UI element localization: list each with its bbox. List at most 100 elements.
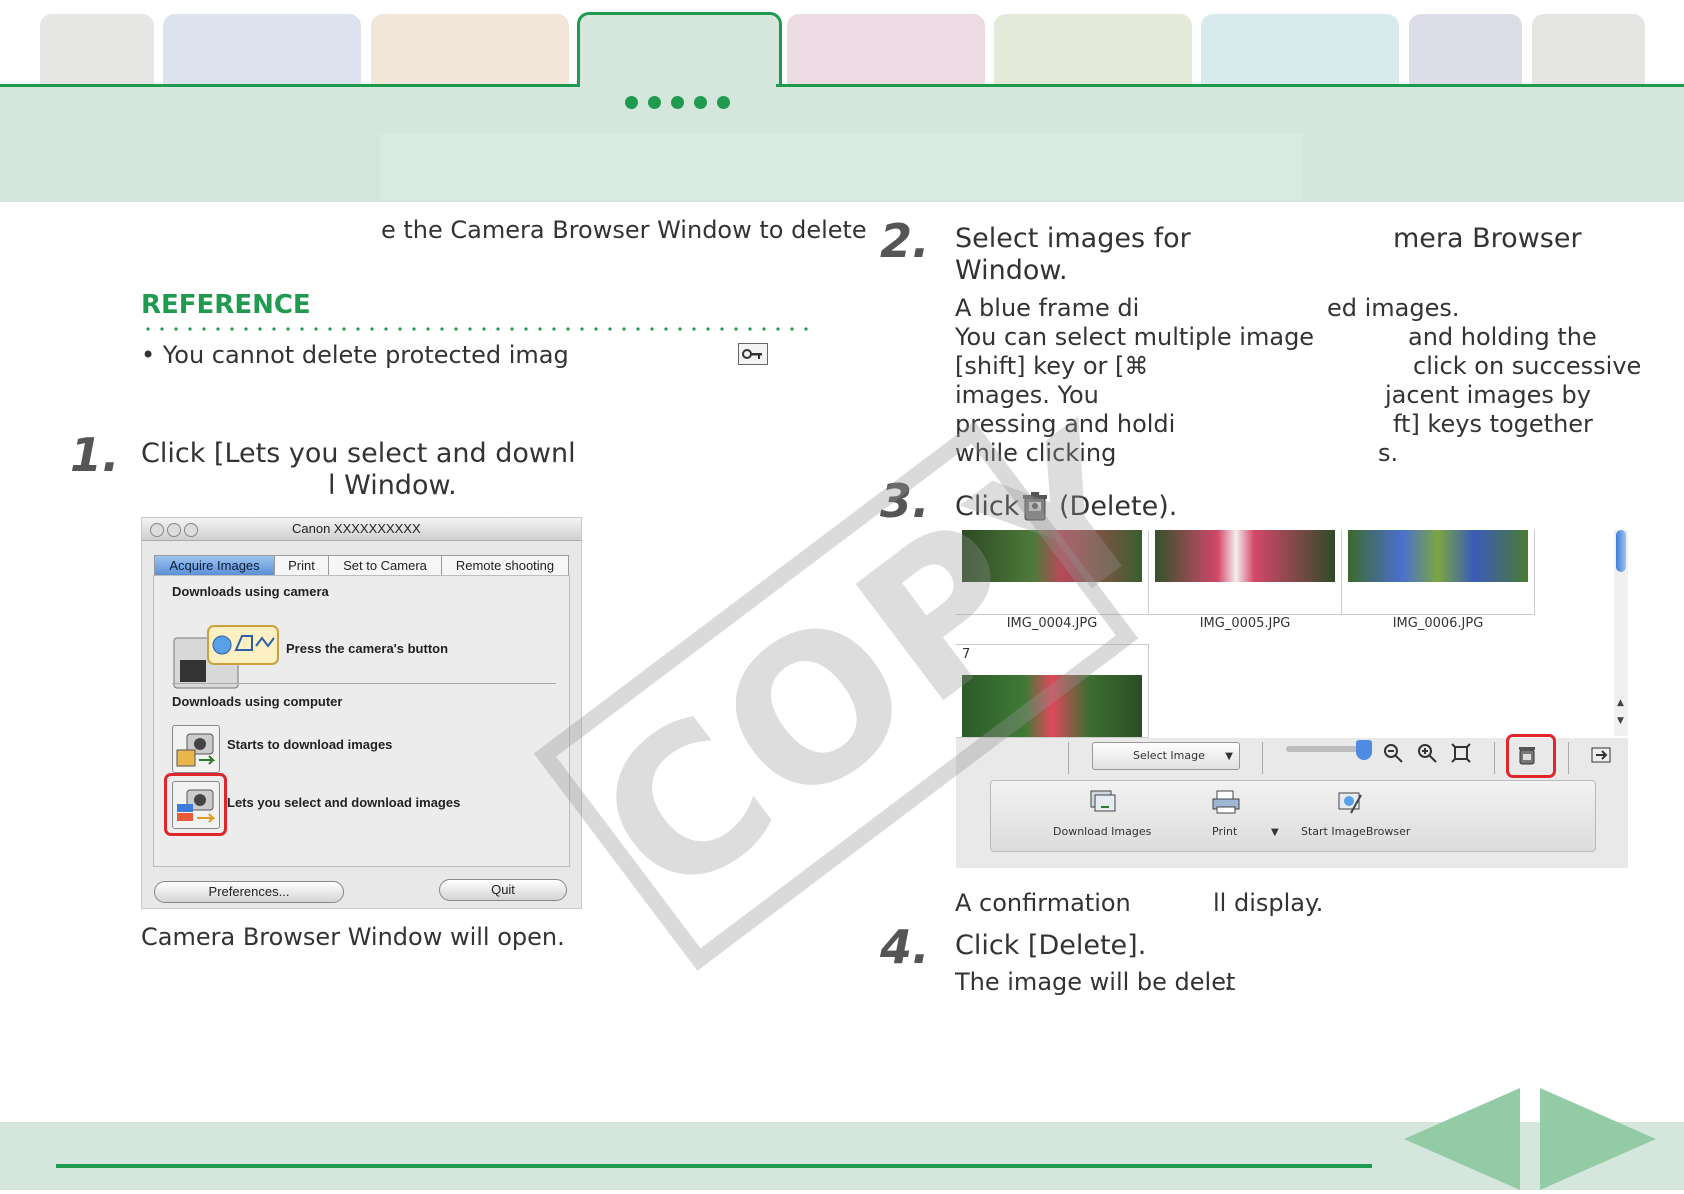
reference-title: REFERENCE <box>141 290 311 320</box>
minimize-dot-icon[interactable] <box>167 523 181 537</box>
toolbar-separator <box>1568 742 1569 774</box>
tab-4-active[interactable] <box>577 12 782 93</box>
header-rule-right <box>776 84 1684 87</box>
page-dot <box>717 96 730 109</box>
step-1-title-line2: l Window. <box>328 470 457 501</box>
action-panel: Download Images Print ▼ Start ImageBrows… <box>990 780 1596 852</box>
dialog-panel: Downloads using camera Press the camera'… <box>153 575 570 867</box>
thumbnail-cell[interactable] <box>1342 530 1535 615</box>
tab-remote-shooting[interactable]: Remote shooting <box>441 555 569 576</box>
file-name: IMG_0005.JPG <box>1199 616 1291 631</box>
preferences-button[interactable]: Preferences... <box>154 881 344 903</box>
zoom-slider-thumb[interactable] <box>1356 740 1372 760</box>
chevron-down-icon: ▼ <box>1225 751 1233 762</box>
print-icon[interactable] <box>1211 789 1241 819</box>
section-divider <box>172 683 556 684</box>
step-2-line-1a: A blue frame di <box>955 294 1140 322</box>
step-2-line-3a: [shift] key or [⌘ <box>955 352 1149 380</box>
camera-window-screenshot: Canon XXXXXXXXXX Acquire Images Print Se… <box>141 517 582 909</box>
close-dot-icon[interactable] <box>150 523 164 537</box>
step-4-number: 4. <box>880 920 930 974</box>
step-4-title: Click [Delete]. <box>955 930 1147 961</box>
header-rule-left <box>0 84 580 87</box>
step-2-line-2b: and holding the <box>1408 323 1597 351</box>
tab-7[interactable] <box>1201 14 1399 86</box>
option-select-download[interactable]: Lets you select and download images <box>227 795 460 810</box>
section-downloads-camera: Downloads using camera <box>172 584 329 599</box>
step-2-title-a: Select images for <box>955 223 1191 254</box>
select-image-dropdown[interactable]: Select Image ▼ <box>1092 742 1240 770</box>
footer-rule <box>56 1164 1372 1168</box>
export-icon[interactable] <box>1590 744 1612 770</box>
tab-3[interactable] <box>371 14 569 86</box>
vertical-scrollbar[interactable]: ▲ ▼ <box>1614 530 1628 736</box>
zoom-in-icon[interactable] <box>1416 742 1438 768</box>
scroll-down-icon[interactable]: ▼ <box>1617 716 1624 726</box>
thumbnail-photo <box>1348 530 1528 582</box>
reference-divider <box>141 327 811 331</box>
start-imagebrowser-label[interactable]: Start ImageBrowser <box>1301 825 1410 838</box>
highlight-delete-button <box>1506 734 1556 778</box>
toolbar-separator <box>1262 742 1263 774</box>
tab-1[interactable] <box>40 14 154 86</box>
step-4-result-b: . <box>1224 968 1232 996</box>
step-2-number: 2. <box>880 214 930 268</box>
option-starts-download[interactable]: Starts to download images <box>227 737 392 752</box>
scroll-thumb[interactable] <box>1616 530 1626 572</box>
page-dot <box>694 96 707 109</box>
dialog-titlebar: Canon XXXXXXXXXX <box>142 518 581 541</box>
highlight-select-download <box>164 773 227 836</box>
tab-9[interactable] <box>1532 14 1645 86</box>
download-images-icon[interactable] <box>1087 789 1117 819</box>
step-2-line-5b: ft] keys together <box>1393 410 1593 438</box>
tab-5[interactable] <box>787 14 985 86</box>
step-1-result: Camera Browser Window will open. <box>141 923 565 951</box>
page-dot <box>671 96 684 109</box>
camera-connect-icon <box>172 622 282 692</box>
print-dropdown-icon[interactable]: ▼ <box>1271 827 1279 838</box>
scroll-up-icon[interactable]: ▲ <box>1617 698 1624 708</box>
dialog-title: Canon XXXXXXXXXX <box>292 521 421 536</box>
step-2-line-4b: jacent images by <box>1385 381 1591 409</box>
next-page-arrow-icon[interactable] <box>1540 1088 1656 1194</box>
select-image-label: Select Image <box>1133 749 1205 762</box>
step-2-title-b: mera Browser <box>1393 223 1582 254</box>
step-3-confirm-b: ll display. <box>1213 889 1324 917</box>
toolbar-separator <box>1068 742 1069 774</box>
step-2-line-6b: s. <box>1378 439 1399 467</box>
copy-watermark-text: COPY <box>557 383 1197 946</box>
tab-set-to-camera[interactable]: Set to Camera <box>328 555 442 576</box>
intro-text: e the Camera Browser Window to delete <box>381 216 867 244</box>
step-2-line-2a: You can select multiple image <box>955 323 1315 351</box>
start-imagebrowser-icon[interactable] <box>1335 789 1365 819</box>
step-4-result-a: The image will be delet <box>955 968 1236 996</box>
print-label[interactable]: Print <box>1212 825 1237 838</box>
zoom-out-icon[interactable] <box>1382 742 1404 768</box>
tab-acquire-images[interactable]: Acquire Images <box>154 555 275 576</box>
step-2-line-3b: click on successive <box>1413 352 1642 380</box>
protect-key-icon <box>738 343 768 365</box>
step-1-title-line1: Click [Lets you select and downl <box>141 438 576 469</box>
section-downloads-computer: Downloads using computer <box>172 694 343 709</box>
quit-button[interactable]: Quit <box>439 879 567 901</box>
step-2-title-line2: Window. <box>955 255 1068 286</box>
page-dot <box>625 96 638 109</box>
file-name: IMG_0006.JPG <box>1392 616 1484 631</box>
zoom-slider[interactable] <box>1286 746 1366 752</box>
step-2-line-1b: ed images. <box>1327 294 1460 322</box>
step-3-confirm-a: A confirmation <box>955 889 1131 917</box>
reference-bullet: • You cannot delete protected imag <box>141 341 569 369</box>
header-title-area <box>380 134 1302 200</box>
tab-2[interactable] <box>163 14 361 86</box>
tab-print[interactable]: Print <box>274 555 329 576</box>
browser-toolbar: Select Image ▼ Download Images Print ▼ S… <box>956 734 1628 868</box>
page-dot <box>648 96 661 109</box>
fit-window-icon[interactable] <box>1450 742 1472 768</box>
zoom-dot-icon[interactable] <box>184 523 198 537</box>
tab-6[interactable] <box>994 14 1192 86</box>
starts-download-button[interactable] <box>172 725 220 773</box>
previous-page-arrow-icon[interactable] <box>1404 1088 1520 1194</box>
tab-8[interactable] <box>1409 14 1522 86</box>
step-1-number: 1. <box>70 428 120 482</box>
download-images-label[interactable]: Download Images <box>1053 825 1151 838</box>
